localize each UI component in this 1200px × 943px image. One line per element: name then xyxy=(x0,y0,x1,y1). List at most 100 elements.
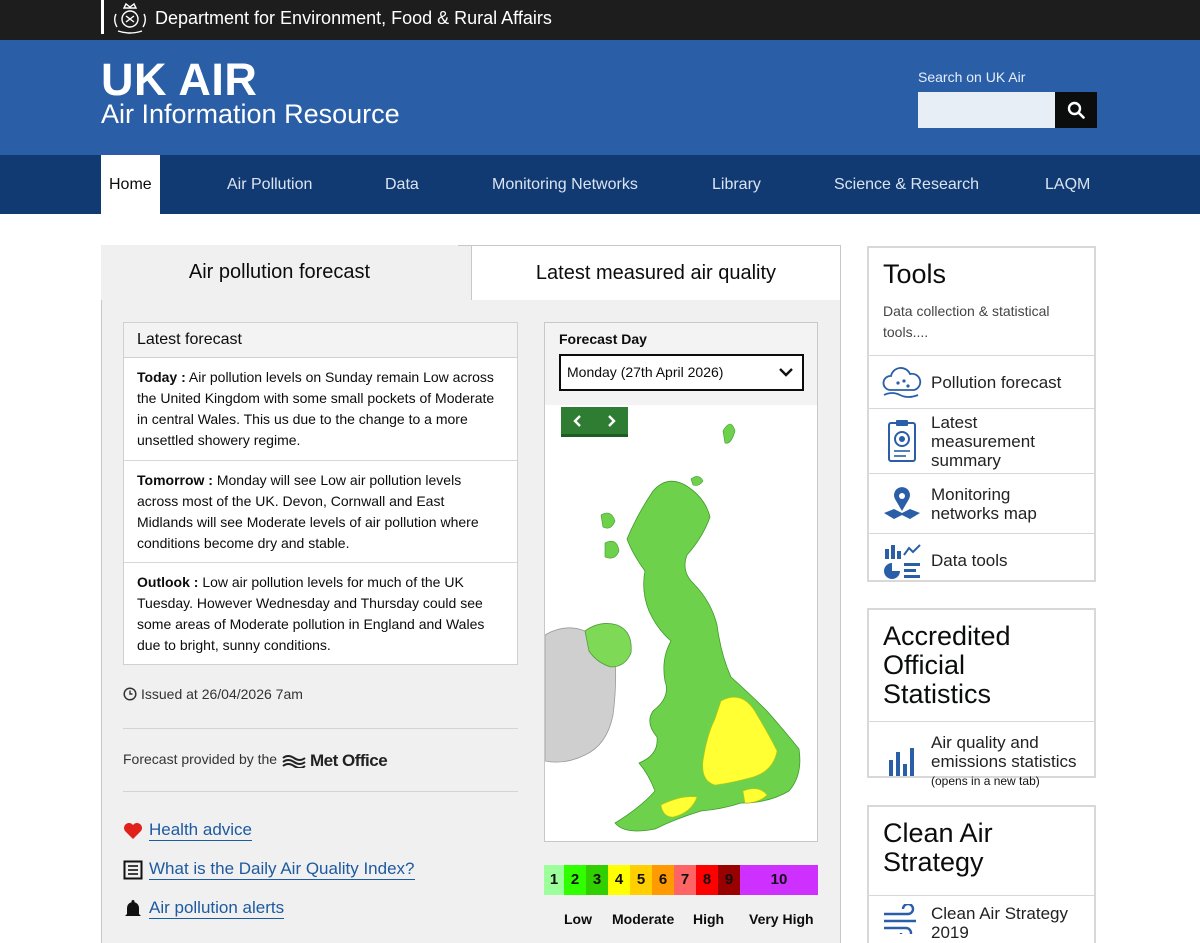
tools-title: Tools xyxy=(883,259,947,289)
forecast-outlook: Outlook : Low air pollution levels for m… xyxy=(124,563,517,666)
provided-by-text: Forecast provided by the xyxy=(123,751,278,767)
next-day-button[interactable] xyxy=(595,407,629,434)
legend-label-high: High xyxy=(693,911,725,927)
statistics-title: Accredited Official Statistics xyxy=(869,610,1094,722)
tool-latest-measurement[interactable]: Latest measurement summary xyxy=(869,409,1094,474)
legend-band-6: 6 xyxy=(652,865,674,895)
daqi-row: What is the Daily Air Quality Index? xyxy=(123,859,415,880)
forecast-today-label: Today : xyxy=(137,369,186,385)
forecast-tomorrow: Tomorrow : Monday will see Low air pollu… xyxy=(124,461,517,563)
legend-band-3: 3 xyxy=(586,865,608,895)
tool-monitoring-map[interactable]: Monitoring networks map xyxy=(869,474,1094,534)
issued-text: Issued at 26/04/2026 7am xyxy=(141,686,303,702)
nav-air-pollution[interactable]: Air Pollution xyxy=(227,155,312,214)
chevron-right-icon xyxy=(608,414,616,427)
search-label: Search on UK Air xyxy=(918,69,1026,85)
met-office-name: Met Office xyxy=(310,751,388,770)
tab-latest-measured[interactable]: Latest measured air quality xyxy=(471,245,841,300)
forecast-today: Today : Air pollution levels on Sunday r… xyxy=(124,358,517,461)
government-bar: Department for Environment, Food & Rural… xyxy=(0,0,1200,40)
forecast-map-panel: Forecast Day Monday (27th April 2026) xyxy=(544,322,818,842)
bell-icon xyxy=(125,899,141,916)
legend-band-9: 9 xyxy=(718,865,740,895)
uk-map-graphic xyxy=(545,423,801,832)
nav-library[interactable]: Library xyxy=(712,155,761,214)
latest-forecast-box: Latest forecast Today : Air pollution le… xyxy=(123,322,518,665)
bar-chart-icon xyxy=(881,744,923,776)
legend-label-very-high: Very High xyxy=(749,911,814,927)
health-advice-row: Health advice xyxy=(123,820,253,841)
legend-label-low: Low xyxy=(564,911,592,927)
uk-forecast-map[interactable] xyxy=(545,405,817,841)
search-icon xyxy=(1067,101,1085,119)
forecast-heading: Latest forecast xyxy=(124,323,517,358)
statistics-link-note: (opens in a new tab) xyxy=(931,773,1040,788)
cloud-forecast-icon xyxy=(881,366,923,398)
tools-card: Tools Data collection & statistical tool… xyxy=(867,246,1096,582)
clock-icon xyxy=(123,687,137,701)
royal-crest-icon xyxy=(114,2,146,34)
statistics-link-label: Air quality and emissions statistics xyxy=(931,732,1077,771)
clipboard-icon xyxy=(881,419,923,463)
chevron-down-icon xyxy=(779,368,793,377)
nav-laqm[interactable]: LAQM xyxy=(1045,155,1090,214)
divider xyxy=(123,791,518,792)
daqi-legend: 1 2 3 4 5 6 7 8 9 10 xyxy=(544,865,818,895)
legend-band-4: 4 xyxy=(608,865,630,895)
forecast-tomorrow-label: Tomorrow : xyxy=(137,472,213,488)
met-office-logo[interactable]: Met Office xyxy=(282,751,388,771)
legend-label-moderate: Moderate xyxy=(612,911,675,927)
tool-pollution-forecast[interactable]: Pollution forecast xyxy=(869,356,1094,409)
issued-time: Issued at 26/04/2026 7am xyxy=(123,686,303,702)
heart-icon xyxy=(124,822,142,839)
clean-air-link-label: Clean Air Strategy 2019 xyxy=(931,904,1069,942)
tools-subtitle: Data collection & statistical tools.... xyxy=(869,289,1094,356)
chart-tools-icon xyxy=(881,543,923,579)
legend-band-1: 1 xyxy=(544,865,564,895)
legend-band-5: 5 xyxy=(630,865,652,895)
wind-icon xyxy=(881,904,923,934)
forecast-outlook-label: Outlook : xyxy=(137,574,199,590)
brand-rule xyxy=(101,0,104,34)
nav-home[interactable]: Home xyxy=(101,155,160,214)
main-navigation: Home Air Pollution Data Monitoring Netwo… xyxy=(0,155,1200,214)
tool-data-tools[interactable]: Data tools xyxy=(869,534,1094,587)
nav-science-research[interactable]: Science & Research xyxy=(834,155,979,214)
clean-air-title: Clean Air Strategy xyxy=(869,807,1094,896)
document-list-icon xyxy=(123,860,143,879)
alerts-row: Air pollution alerts xyxy=(123,898,285,919)
nav-data[interactable]: Data xyxy=(385,155,419,214)
nav-monitoring-networks[interactable]: Monitoring Networks xyxy=(492,155,638,214)
legend-band-7: 7 xyxy=(674,865,696,895)
forecast-day-value: Monday (27th April 2026) xyxy=(567,364,724,380)
forecast-day-label: Forecast Day xyxy=(559,331,647,347)
tab-air-pollution-forecast[interactable]: Air pollution forecast xyxy=(101,245,458,300)
tool-latest-measurement-label: Latest measurement summary xyxy=(931,412,1035,470)
health-advice-link[interactable]: Health advice xyxy=(149,820,253,841)
map-pin-icon xyxy=(881,486,923,521)
met-office-waves-icon xyxy=(282,755,306,768)
legend-band-10: 10 xyxy=(740,865,818,895)
tool-monitoring-map-label: Monitoring networks map xyxy=(931,484,1037,523)
statistics-link[interactable]: Air quality and emissions statistics (op… xyxy=(869,722,1094,798)
search-input[interactable] xyxy=(918,92,1056,128)
search-button[interactable] xyxy=(1055,92,1097,128)
forecast-day-select[interactable]: Monday (27th April 2026) xyxy=(559,354,804,391)
clean-air-card: Clean Air Strategy Clean Air Strategy 20… xyxy=(867,805,1096,943)
map-day-navigation xyxy=(561,407,628,437)
air-pollution-alerts-link[interactable]: Air pollution alerts xyxy=(149,898,285,919)
department-name[interactable]: Department for Environment, Food & Rural… xyxy=(155,8,552,29)
tool-pollution-forecast-label: Pollution forecast xyxy=(931,372,1062,392)
clean-air-link[interactable]: Clean Air Strategy 2019 xyxy=(869,896,1094,943)
legend-band-8: 8 xyxy=(696,865,718,895)
previous-day-button[interactable] xyxy=(561,407,595,434)
statistics-link-text: Air quality and emissions statistics (op… xyxy=(931,733,1082,788)
statistics-card: Accredited Official Statistics Air quali… xyxy=(867,608,1096,788)
site-subtitle: Air Information Resource xyxy=(101,99,400,129)
forecast-day-selector: Forecast Day Monday (27th April 2026) xyxy=(545,323,817,405)
tool-data-tools-label: Data tools xyxy=(931,551,1008,570)
divider xyxy=(123,728,518,729)
daqi-link[interactable]: What is the Daily Air Quality Index? xyxy=(149,859,415,880)
chevron-left-icon xyxy=(573,414,581,427)
site-header: UK AIR Air Information Resource Search o… xyxy=(0,40,1200,155)
